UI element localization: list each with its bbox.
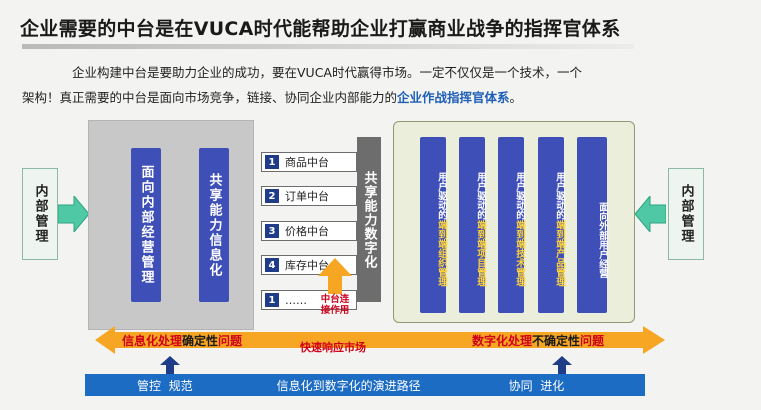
information-panel [88,120,254,330]
intro-line-2-suffix: 。 [509,90,523,105]
middle-item-price: 3 价格中台 [261,221,357,241]
bottom-bar-left-label: 管控 规范 [137,378,193,393]
left-arrow-label-c: 问题 [218,334,243,348]
right-navy-up-arrow-icon [552,356,572,374]
evolution-path-bar: 管控 规范 信息化到数字化的演进路径 协同 进化 [85,374,645,396]
left-green-arrow-icon [58,196,90,232]
external-user-operations-column: 面向外部用户经营 [577,137,608,313]
bottom-bar-center-label: 信息化到数字化的演进路径 [276,378,421,393]
intro-highlight: 企业作战指挥官体系 [397,90,510,105]
right-arrow-label-a: 数字化处理 [472,334,533,348]
right-arrow-label-c: 问题 [580,334,605,348]
shared-capability-digitization-column: 共享能力数字化 [357,137,381,302]
item-number: 2 [265,189,279,203]
up-orange-arrow-icon [318,258,352,294]
user-driven-technology-column: 用户驱动的 端到端技术管理 [498,137,525,313]
item-number: 4 [265,258,279,272]
item-label: 订单中台 [285,190,329,203]
user-driven-project-column: 用户驱动的 端到端项目管理 [459,137,486,313]
item-label: 价格中台 [285,225,329,238]
left-arrow-label-a: 信息化处理 [122,334,183,348]
item-number: 3 [265,224,279,238]
user-driven-organization-column: 用户驱动的 端到端组织管理 [420,137,447,313]
left-arrow-label-b: 确定性 [182,334,219,348]
middle-item-order: 2 订单中台 [261,186,357,206]
left-internal-management-box: 内部管理 [22,168,58,260]
middle-item-goods: 1 商品中台 [261,152,357,172]
middle-connection-annotation: 中台连接作用 [320,294,350,316]
left-arrow-label: 信息化处理确定性问题 [122,332,242,349]
title-underline [22,44,634,49]
intro-line-2-prefix: 架构！真正需要的中台是面向市场竞争，链接、协同企业内部能力的 [22,90,398,105]
bottom-bar-right-label: 协同 进化 [508,378,565,393]
page-title: 企业需要的中台是在VUCA时代能帮助企业打赢商业战争的指挥官体系 [20,18,621,40]
intro-line-2: 架构！真正需要的中台是面向市场竞争，链接、协同企业内部能力的企业作战指挥官体系。 [22,85,722,110]
internal-operations-column: 面向内部经营管理 [131,148,161,302]
right-green-arrow-icon [634,196,666,232]
right-arrow-label-b: 不确定性 [532,334,581,348]
item-number: 1 [265,155,279,169]
item-number: 1 [265,293,279,307]
item-label: …… [285,293,307,307]
right-internal-management-box: 内部管理 [668,168,704,260]
shared-capability-informatization-column: 共享能力信息化 [199,148,229,302]
intro-line-1: 企业构建中台是要助力企业的成功，要在VUCA时代赢得市场。一定不仅仅是一个技术，… [72,65,582,80]
left-navy-up-arrow-icon [160,356,180,374]
user-driven-product-column: 用户驱动的 端到端产品管理 [538,137,565,313]
fast-market-response-label: 快速响应市场 [300,341,366,354]
item-label: 商品中台 [285,156,329,169]
intro-paragraph: 企业构建中台是要助力企业的成功，要在VUCA时代赢得市场。一定不仅仅是一个技术，… [22,60,722,110]
right-arrow-label: 数字化处理不确定性问题 [472,332,604,349]
